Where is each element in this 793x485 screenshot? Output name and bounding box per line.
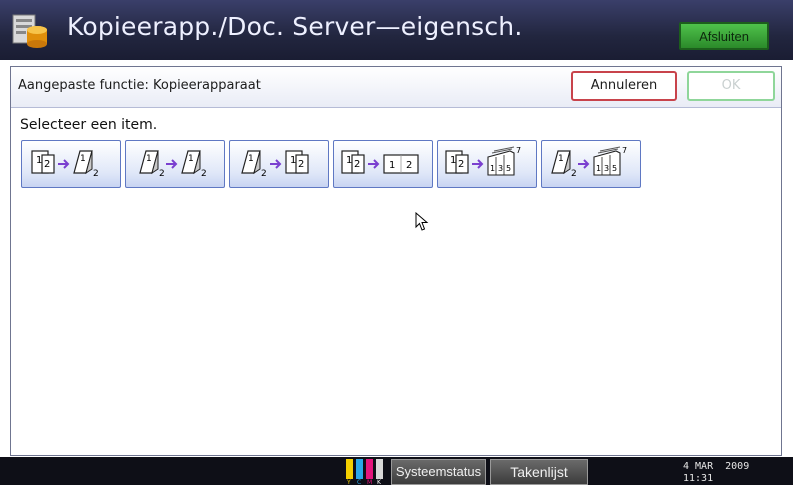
duplex-page-icon: 1 2 bbox=[551, 150, 577, 179]
svg-text:2: 2 bbox=[93, 169, 99, 179]
svg-text:2: 2 bbox=[354, 159, 360, 170]
svg-text:5: 5 bbox=[506, 164, 511, 173]
svg-text:1: 1 bbox=[596, 164, 601, 173]
svg-text:2: 2 bbox=[159, 169, 165, 179]
svg-text:2: 2 bbox=[458, 159, 464, 170]
svg-text:2: 2 bbox=[261, 169, 267, 179]
function-label: Aangepaste functie: Kopieerapparaat bbox=[18, 78, 261, 93]
two-sided-to-one-sided-icon: 1 2 1 2 bbox=[241, 150, 309, 179]
copier-server-icon bbox=[12, 14, 47, 48]
combine-page-icon: 1 2 bbox=[383, 154, 419, 174]
svg-text:1: 1 bbox=[490, 164, 495, 173]
svg-text:3: 3 bbox=[604, 164, 609, 173]
two-sided-to-booklet-icon: 1 2 1 3 5 7 bbox=[551, 146, 627, 179]
option-one-sided-to-combine[interactable]: 1 2 1 2 bbox=[333, 140, 433, 188]
svg-text:2: 2 bbox=[44, 159, 50, 170]
svg-text:1: 1 bbox=[389, 160, 395, 171]
svg-text:M: M bbox=[367, 479, 372, 484]
svg-text:C: C bbox=[357, 479, 361, 484]
svg-text:Y: Y bbox=[346, 479, 351, 484]
one-sided-to-combine-icon: 1 2 1 2 bbox=[341, 150, 419, 174]
duplex-page-icon: 1 2 bbox=[241, 150, 267, 179]
exit-button[interactable]: Afsluiten bbox=[679, 22, 769, 50]
duplex-page-icon: 1 2 bbox=[139, 150, 165, 179]
svg-text:1: 1 bbox=[558, 154, 564, 164]
booklet-icon: 1 3 5 7 bbox=[593, 146, 627, 176]
single-pages-icon: 1 2 bbox=[285, 150, 309, 174]
svg-text:1: 1 bbox=[146, 154, 152, 164]
one-sided-to-two-sided-icon: 1 2 1 2 bbox=[31, 150, 99, 179]
svg-text:2: 2 bbox=[571, 169, 577, 179]
status-bar: Y C M K Systeemstatus Takenlijst 4 MAR 2… bbox=[0, 457, 793, 485]
option-one-sided-to-booklet[interactable]: 1 2 1 3 5 7 bbox=[437, 140, 537, 188]
select-prompt: Selecteer een item. bbox=[20, 117, 158, 133]
settings-panel: Aangepaste functie: Kopieerapparaat Annu… bbox=[10, 66, 782, 456]
time-text: 11:31 bbox=[683, 473, 714, 484]
svg-text:2: 2 bbox=[406, 160, 412, 171]
mouse-pointer-icon bbox=[415, 212, 429, 231]
svg-text:1: 1 bbox=[80, 154, 86, 164]
function-header: Aangepaste functie: Kopieerapparaat Annu… bbox=[11, 67, 781, 108]
job-list-button[interactable]: Takenlijst bbox=[490, 459, 588, 485]
svg-text:K: K bbox=[377, 479, 382, 484]
svg-text:2: 2 bbox=[298, 159, 304, 170]
single-pages-icon: 1 2 bbox=[31, 150, 55, 174]
single-pages-icon: 1 2 bbox=[445, 150, 469, 174]
duplex-page-icon: 1 2 bbox=[181, 150, 207, 179]
system-status-button[interactable]: Systeemstatus bbox=[391, 459, 486, 485]
two-sided-to-two-sided-icon: 1 2 1 2 bbox=[139, 150, 207, 179]
duplex-page-icon: 1 2 bbox=[73, 150, 99, 179]
svg-text:2: 2 bbox=[201, 169, 207, 179]
page-title: Kopieerapp./Doc. Server—eigensch. bbox=[67, 12, 523, 41]
option-two-sided-to-booklet[interactable]: 1 2 1 3 5 7 bbox=[541, 140, 641, 188]
svg-text:3: 3 bbox=[498, 164, 503, 173]
booklet-icon: 1 3 5 7 bbox=[487, 146, 521, 176]
toner-level-icon: Y C M K bbox=[346, 459, 383, 484]
ok-button[interactable]: OK bbox=[687, 71, 775, 101]
svg-text:7: 7 bbox=[516, 146, 521, 155]
datetime-display: 4 MAR 2009 11:31 bbox=[683, 461, 749, 485]
date-text: 4 MAR 2009 bbox=[683, 461, 750, 472]
cancel-button[interactable]: Annuleren bbox=[571, 71, 677, 101]
option-two-sided-to-one-sided[interactable]: 1 2 1 2 bbox=[229, 140, 329, 188]
option-one-sided-to-two-sided[interactable]: 1 2 1 2 bbox=[21, 140, 121, 188]
title-bar: Kopieerapp./Doc. Server—eigensch. Afslui… bbox=[0, 0, 793, 60]
single-pages-icon: 1 2 bbox=[341, 150, 365, 174]
svg-text:1: 1 bbox=[188, 154, 194, 164]
svg-text:5: 5 bbox=[612, 164, 617, 173]
option-two-sided-to-two-sided[interactable]: 1 2 1 2 bbox=[125, 140, 225, 188]
svg-text:7: 7 bbox=[622, 146, 627, 155]
one-sided-to-booklet-icon: 1 2 1 3 5 7 bbox=[445, 146, 521, 176]
svg-text:1: 1 bbox=[248, 154, 254, 164]
